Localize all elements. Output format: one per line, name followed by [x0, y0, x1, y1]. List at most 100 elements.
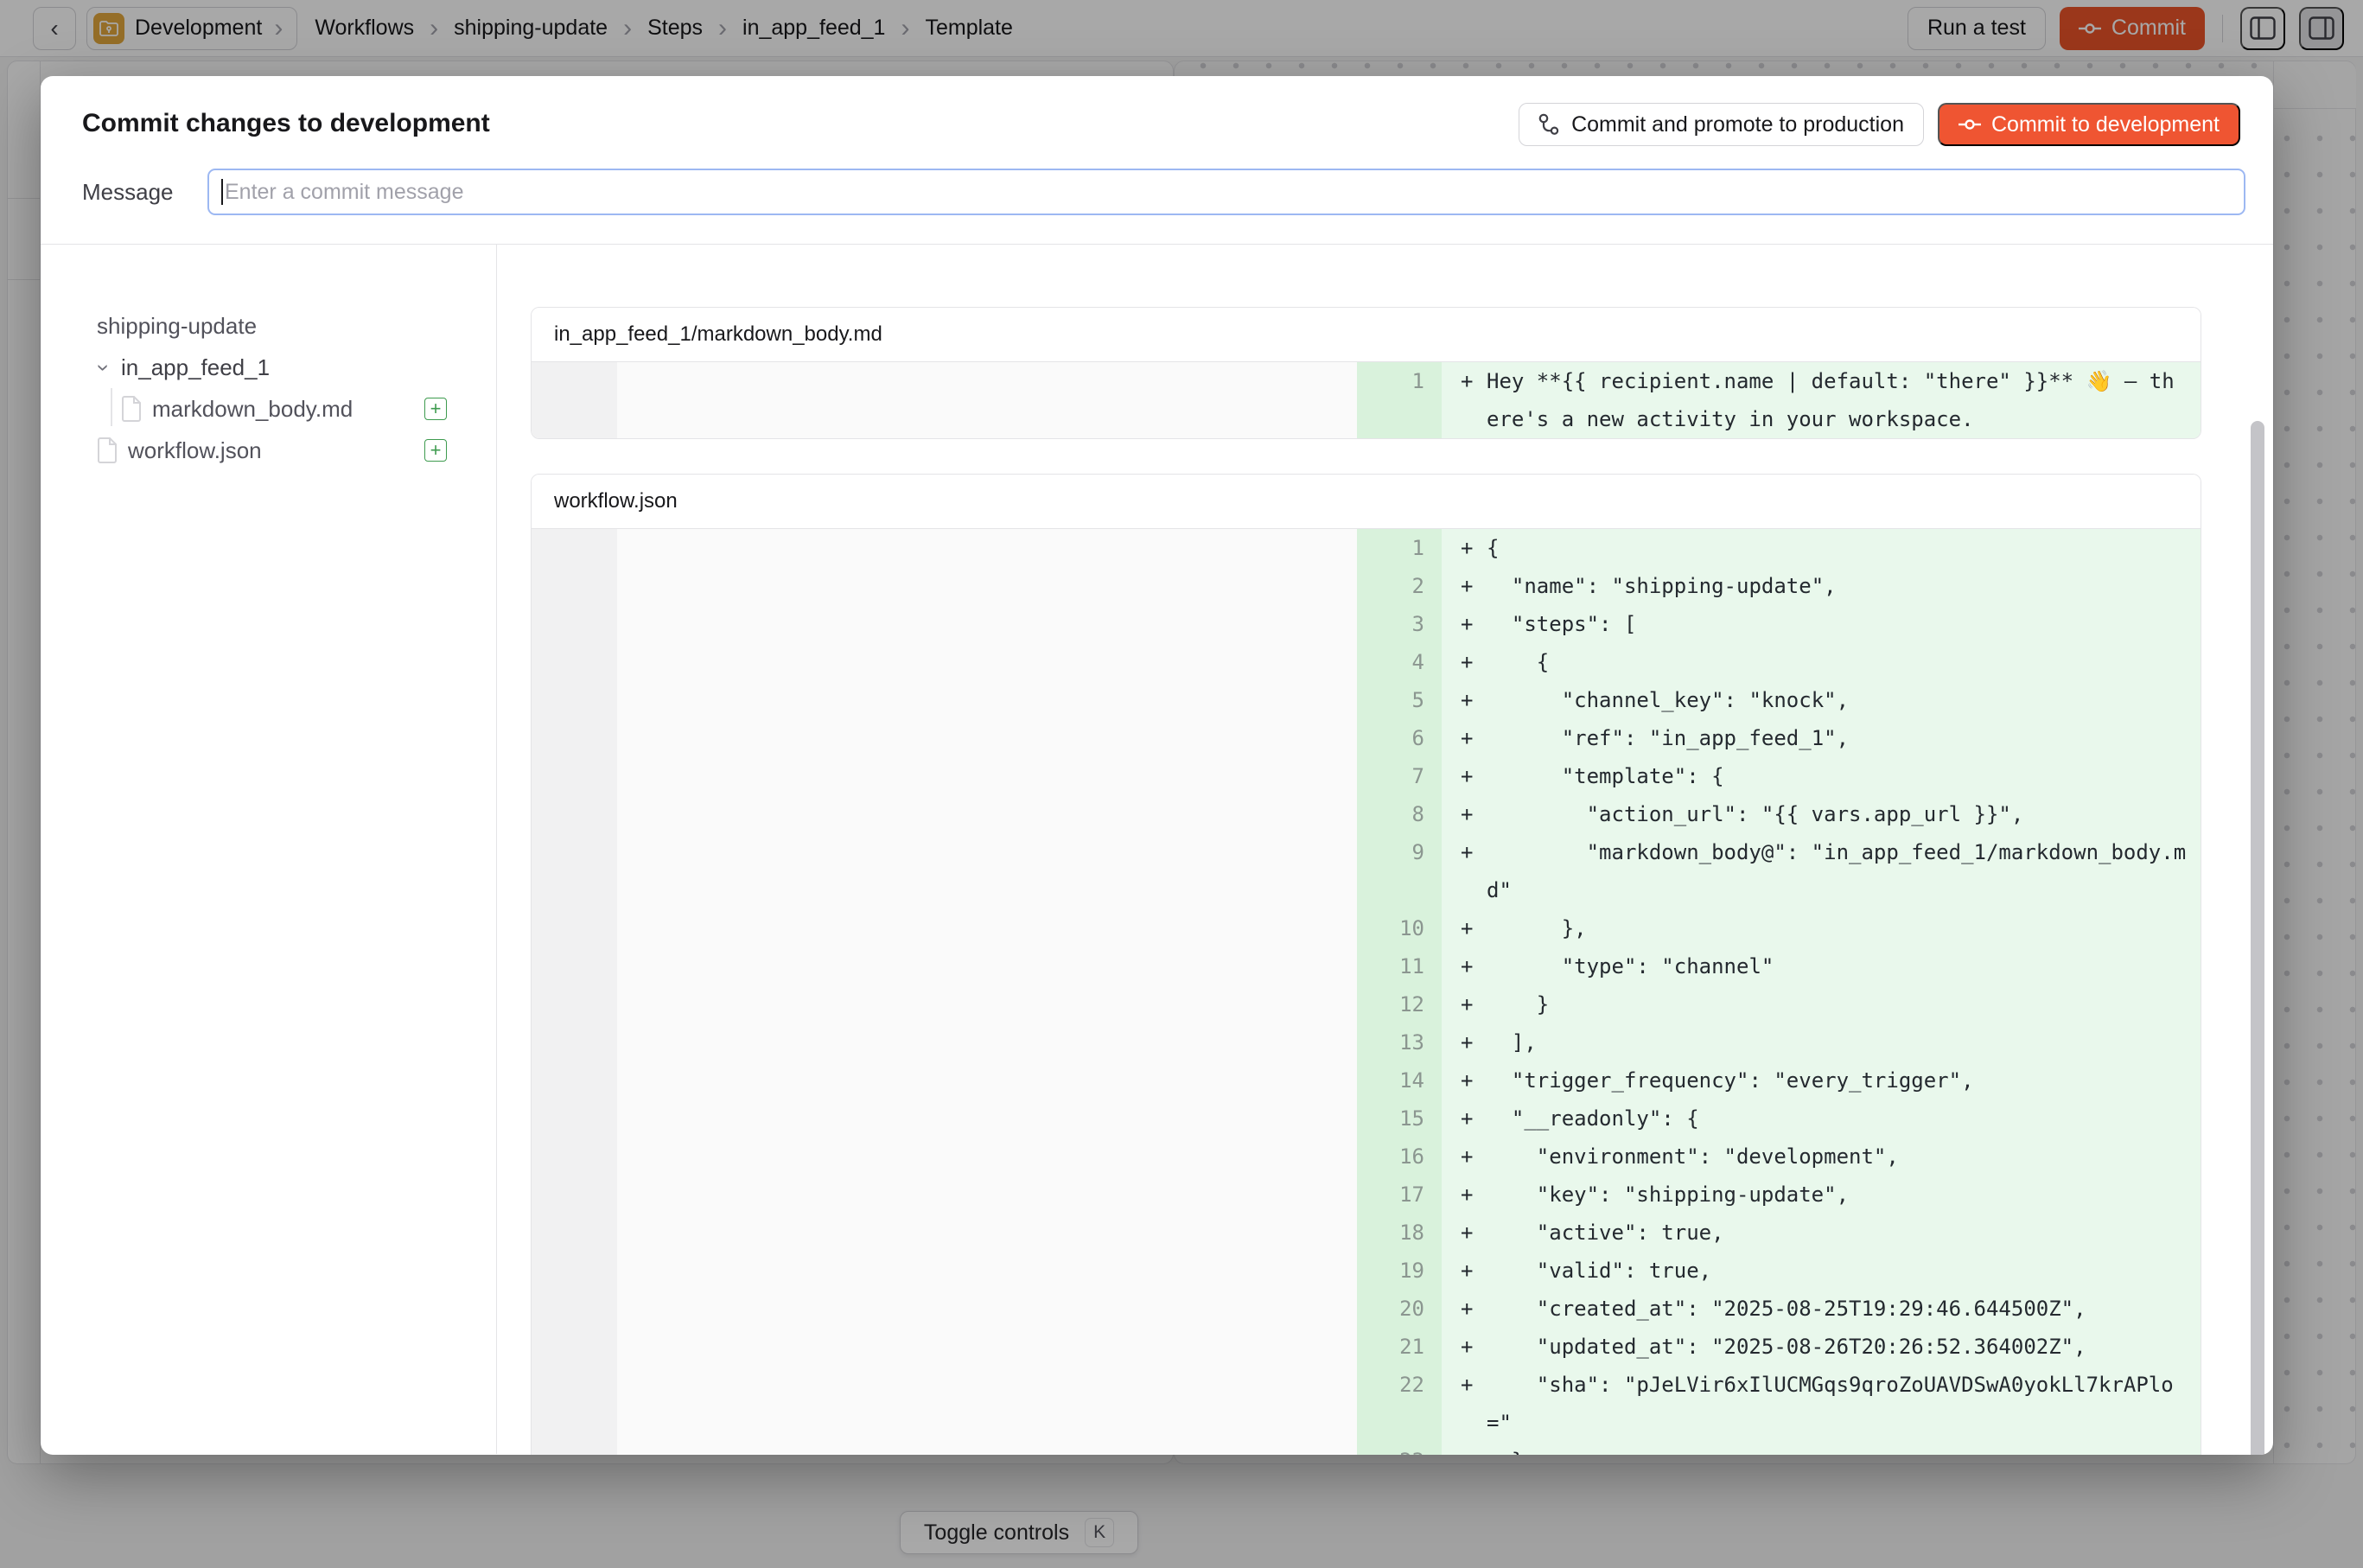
tree-item-markdown-body[interactable]: markdown_body.md + — [41, 388, 496, 430]
commit-message-input[interactable]: Enter a commit message — [207, 169, 2245, 215]
commit-actions: Commit and promote to production Commit … — [1519, 103, 2240, 146]
line-number: 6 — [1357, 719, 1442, 757]
commit-to-development-button[interactable]: Commit to development — [1938, 103, 2240, 146]
file-name: in_app_feed_1/markdown_body.md — [532, 308, 2201, 362]
diff-old-side — [532, 529, 1357, 1455]
diff-add-sign: + — [1461, 757, 1487, 795]
diff-line: 22+ "sha": "pJeLVir6xIlUCMGqs9qroZoUAVDS… — [1357, 1366, 2201, 1442]
line-number: 15 — [1357, 1100, 1442, 1138]
line-number: 22 — [1357, 1366, 1442, 1442]
diff-line: 15+ "__readonly": { — [1357, 1100, 2201, 1138]
commit-modal: Commit changes to development Commit and… — [41, 76, 2273, 1455]
line-number: 8 — [1357, 795, 1442, 833]
diff-line: 12+ } — [1357, 985, 2201, 1023]
diff-body: 1+Hey **{{ recipient.name | default: "th… — [532, 362, 2201, 438]
diff-add-sign: + — [1461, 1252, 1487, 1290]
diff-line: 18+ "active": true, — [1357, 1214, 2201, 1252]
diff-add-sign: + — [1461, 795, 1487, 833]
code-text: "__readonly": { — [1487, 1100, 2186, 1138]
tree-item-workflow-json[interactable]: workflow.json + — [41, 430, 496, 471]
diff-add-sign: + — [1461, 947, 1487, 985]
changed-files-tree: shipping-update › in_app_feed_1 markdown… — [41, 245, 497, 1454]
added-line: + "valid": true, — [1442, 1252, 2201, 1290]
commit-icon — [1959, 118, 1981, 131]
added-line: + "created_at": "2025-08-25T19:29:46.644… — [1442, 1290, 2201, 1328]
added-line: + } — [1442, 985, 2201, 1023]
line-number: 5 — [1357, 681, 1442, 719]
tree-item-step[interactable]: › in_app_feed_1 — [41, 347, 496, 388]
diff-add-sign: + — [1461, 1061, 1487, 1100]
added-line: + "environment": "development", — [1442, 1138, 2201, 1176]
line-number: 7 — [1357, 757, 1442, 795]
code-text: "environment": "development", — [1487, 1138, 2186, 1176]
code-text: "template": { — [1487, 757, 2186, 795]
diff-body: 1+{2+ "name": "shipping-update",3+ "step… — [532, 529, 2201, 1455]
file-icon — [97, 437, 118, 463]
code-text: { — [1487, 529, 2186, 567]
diff-add-sign: + — [1461, 1328, 1487, 1366]
code-text: { — [1487, 643, 2186, 681]
modal-title: Commit changes to development — [82, 109, 490, 138]
line-number: 18 — [1357, 1214, 1442, 1252]
added-line: +Hey **{{ recipient.name | default: "the… — [1442, 362, 2201, 438]
code-text: "steps": [ — [1487, 605, 2186, 643]
diff-line: 23+ } — [1357, 1442, 2201, 1455]
modal-scrollbar-thumb[interactable] — [2251, 421, 2264, 1455]
text-cursor — [221, 179, 223, 205]
line-number: 10 — [1357, 909, 1442, 947]
diff-line: 17+ "key": "shipping-update", — [1357, 1176, 2201, 1214]
commit-and-promote-button[interactable]: Commit and promote to production — [1519, 103, 1924, 146]
diff-line: 6 + "ref": "in_app_feed_1", — [1357, 719, 2201, 757]
line-number: 1 — [1357, 362, 1442, 438]
diff-line: 3+ "steps": [ — [1357, 605, 2201, 643]
added-line: + "steps": [ — [1442, 605, 2201, 643]
commit-message-row: Message Enter a commit message — [82, 168, 2245, 216]
added-line: + ], — [1442, 1023, 2201, 1061]
added-line: + } — [1442, 1442, 2201, 1455]
chevron-down-icon: › — [91, 357, 118, 378]
code-text: "created_at": "2025-08-25T19:29:46.64450… — [1487, 1290, 2186, 1328]
diff-line: 7+ "template": { — [1357, 757, 2201, 795]
tree-item-workflow-root[interactable]: shipping-update — [41, 305, 496, 347]
tree-guide-line — [111, 388, 112, 426]
code-text: "name": "shipping-update", — [1487, 567, 2186, 605]
code-text: Hey **{{ recipient.name | default: "ther… — [1487, 362, 2186, 438]
code-text: "ref": "in_app_feed_1", — [1487, 719, 2186, 757]
line-number: 20 — [1357, 1290, 1442, 1328]
added-line: + "template": { — [1442, 757, 2201, 795]
file-icon — [121, 396, 142, 422]
code-text: } — [1487, 1442, 2186, 1455]
diff-add-sign: + — [1461, 985, 1487, 1023]
code-text: "markdown_body@": "in_app_feed_1/markdow… — [1487, 833, 2186, 909]
diff-line: 2+ "name": "shipping-update", — [1357, 567, 2201, 605]
added-line: + "markdown_body@": "in_app_feed_1/markd… — [1442, 833, 2201, 909]
added-line: + "name": "shipping-update", — [1442, 567, 2201, 605]
line-number: 4 — [1357, 643, 1442, 681]
diff-add-sign: + — [1461, 1366, 1487, 1442]
diff-add-sign: + — [1461, 567, 1487, 605]
code-text: "key": "shipping-update", — [1487, 1176, 2186, 1214]
diff-add-sign: + — [1461, 1023, 1487, 1061]
diff-add-sign: + — [1461, 719, 1487, 757]
code-text: "active": true, — [1487, 1214, 2186, 1252]
file-added-badge: + — [424, 398, 447, 420]
diff-line: 10+ }, — [1357, 909, 2201, 947]
line-number: 21 — [1357, 1328, 1442, 1366]
message-placeholder: Enter a commit message — [225, 180, 464, 205]
line-number: 14 — [1357, 1061, 1442, 1100]
file-diff-panel-workflow-json: workflow.json 1+{2+ "name": "shipping-up… — [531, 474, 2201, 1455]
added-line: + "type": "channel" — [1442, 947, 2201, 985]
diff-line: 8+ "action_url": "{{ vars.app_url }}", — [1357, 795, 2201, 833]
added-line: + "action_url": "{{ vars.app_url }}", — [1442, 795, 2201, 833]
diff-add-sign: + — [1461, 529, 1487, 567]
code-text: ], — [1487, 1023, 2186, 1061]
code-text: "channel_key": "knock", — [1487, 681, 2186, 719]
code-text: "trigger_frequency": "every_trigger", — [1487, 1061, 2186, 1100]
added-line: + }, — [1442, 909, 2201, 947]
line-number: 11 — [1357, 947, 1442, 985]
diff-line: 4+ { — [1357, 643, 2201, 681]
added-line: + "updated_at": "2025-08-26T20:26:52.364… — [1442, 1328, 2201, 1366]
added-line: + "trigger_frequency": "every_trigger", — [1442, 1061, 2201, 1100]
diff-line: 5+ "channel_key": "knock", — [1357, 681, 2201, 719]
line-number: 3 — [1357, 605, 1442, 643]
